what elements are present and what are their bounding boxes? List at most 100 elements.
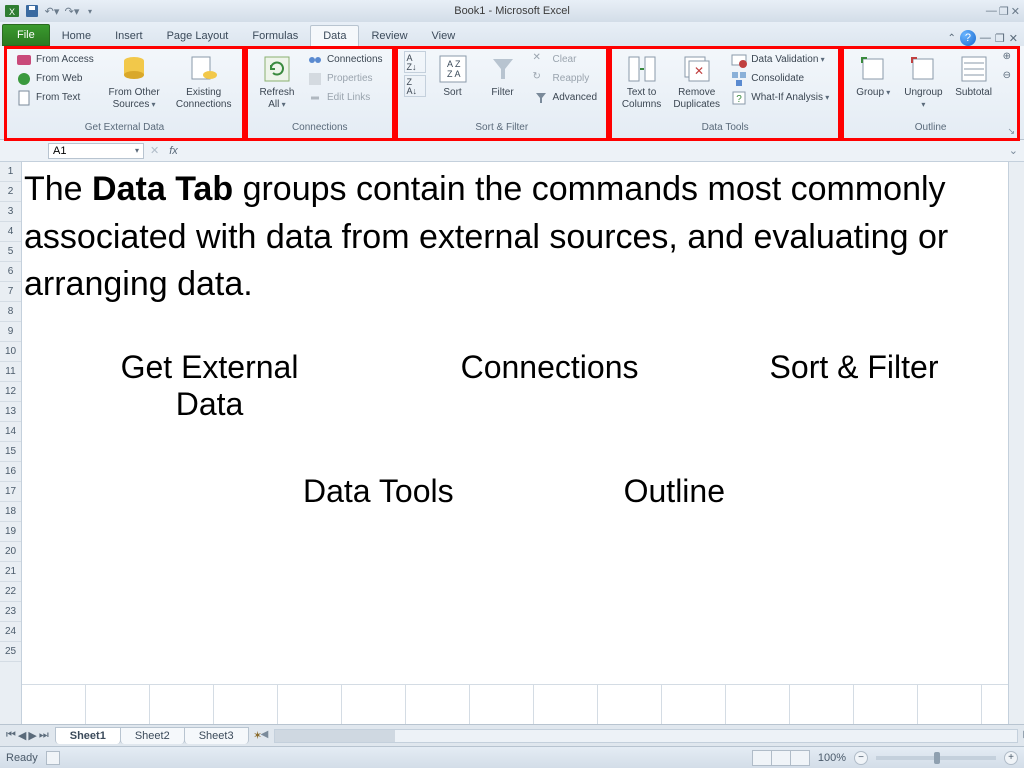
row-header[interactable]: 8 (0, 302, 21, 322)
text-to-columns-button[interactable]: Text to Columns (618, 51, 665, 112)
from-text-button[interactable]: From Text (13, 89, 97, 107)
properties-button[interactable]: Properties (304, 70, 386, 88)
hide-detail-icon[interactable]: ⊖ (1003, 70, 1011, 81)
hscroll-left-icon[interactable]: ◀ (261, 729, 269, 740)
row-header[interactable]: 10 (0, 342, 21, 362)
row-header[interactable]: 19 (0, 522, 21, 542)
next-sheet-icon[interactable]: ▶ (28, 729, 36, 742)
sort-asc-button[interactable]: AZ↓ (404, 51, 426, 73)
grid-cells[interactable] (22, 684, 1008, 724)
view-normal-button[interactable] (752, 750, 772, 766)
cancel-formula-icon[interactable]: ✕ (148, 144, 161, 157)
row-header[interactable]: 18 (0, 502, 21, 522)
prev-sheet-icon[interactable]: ◀ (18, 729, 26, 742)
zoom-out-button[interactable]: − (854, 751, 868, 765)
expand-formula-bar-icon[interactable]: ⌄ (1003, 144, 1024, 157)
name-box-dropdown-icon[interactable]: ▾ (135, 146, 139, 155)
sheet-tab-2[interactable]: Sheet2 (120, 727, 185, 744)
row-header[interactable]: 23 (0, 602, 21, 622)
sort-desc-button[interactable]: ZA↓ (404, 75, 426, 97)
ungroup-button[interactable]: Ungroup (900, 51, 946, 112)
tab-insert[interactable]: Insert (103, 26, 155, 46)
row-header[interactable]: 13 (0, 402, 21, 422)
whatif-button[interactable]: ?What-If Analysis (728, 89, 832, 107)
row-headers[interactable]: 1234567891011121314151617181920212223242… (0, 162, 22, 724)
show-detail-icon[interactable]: ⊕ (1003, 51, 1011, 62)
connections-button[interactable]: Connections (304, 51, 386, 69)
row-header[interactable]: 12 (0, 382, 21, 402)
row-header[interactable]: 6 (0, 262, 21, 282)
consolidate-button[interactable]: Consolidate (728, 70, 832, 88)
group-button[interactable]: Group (850, 51, 896, 101)
close-window-icon[interactable]: ✕ (1011, 5, 1020, 18)
row-header[interactable]: 20 (0, 542, 21, 562)
zoom-level[interactable]: 100% (818, 752, 846, 764)
row-header[interactable]: 2 (0, 182, 21, 202)
row-header[interactable]: 25 (0, 642, 21, 662)
view-page-layout-button[interactable] (771, 750, 791, 766)
row-header[interactable]: 4 (0, 222, 21, 242)
name-box[interactable]: A1 ▾ (48, 143, 144, 159)
row-header[interactable]: 24 (0, 622, 21, 642)
sheet-tab-1[interactable]: Sheet1 (55, 727, 121, 744)
from-access-button[interactable]: From Access (13, 51, 97, 69)
row-header[interactable]: 17 (0, 482, 21, 502)
advanced-button[interactable]: Advanced (530, 89, 600, 107)
sheet-tab-3[interactable]: Sheet3 (184, 727, 249, 744)
view-page-break-button[interactable] (790, 750, 810, 766)
undo-icon[interactable]: ↶▾ (44, 3, 60, 19)
restore-window-icon[interactable]: ❐ (999, 5, 1009, 18)
row-header[interactable]: 3 (0, 202, 21, 222)
tab-view[interactable]: View (420, 26, 468, 46)
zoom-in-button[interactable]: + (1004, 751, 1018, 765)
fx-icon[interactable]: fx (161, 145, 186, 157)
clear-button[interactable]: ✕Clear (530, 51, 600, 69)
workbook-close-icon[interactable]: ✕ (1009, 32, 1018, 45)
horizontal-scrollbar[interactable]: ◀▶ (274, 729, 1018, 743)
minimize-ribbon-chevron-icon[interactable]: ⌃ (948, 33, 956, 44)
row-header[interactable]: 5 (0, 242, 21, 262)
row-header[interactable]: 1 (0, 162, 21, 182)
filter-button[interactable]: Filter (480, 51, 526, 101)
tab-formulas[interactable]: Formulas (240, 26, 310, 46)
macro-record-icon[interactable] (46, 751, 60, 765)
row-header[interactable]: 14 (0, 422, 21, 442)
from-web-button[interactable]: From Web (13, 70, 97, 88)
first-sheet-icon[interactable]: ⏮ (6, 729, 16, 742)
row-header[interactable]: 11 (0, 362, 21, 382)
from-other-sources-button[interactable]: From Other Sources (101, 51, 168, 112)
row-header[interactable]: 22 (0, 582, 21, 602)
row-header[interactable]: 16 (0, 462, 21, 482)
subtotal-button[interactable]: Subtotal (951, 51, 997, 101)
remove-duplicates-button[interactable]: ✕ Remove Duplicates (669, 51, 724, 112)
hscroll-thumb[interactable] (275, 730, 395, 742)
reapply-button[interactable]: ↻Reapply (530, 70, 600, 88)
row-header[interactable]: 21 (0, 562, 21, 582)
workbook-minimize-icon[interactable]: — (980, 32, 991, 44)
tab-home[interactable]: Home (50, 26, 103, 46)
data-validation-button[interactable]: Data Validation (728, 51, 832, 69)
qat-more-icon[interactable]: ▾ (84, 7, 92, 16)
redo-icon[interactable]: ↷▾ (64, 3, 80, 19)
tab-file[interactable]: File (2, 24, 50, 46)
zoom-thumb[interactable] (934, 752, 940, 764)
refresh-all-button[interactable]: Refresh All (254, 51, 300, 112)
existing-connections-button[interactable]: Existing Connections (171, 51, 236, 112)
row-header[interactable]: 15 (0, 442, 21, 462)
vertical-scrollbar[interactable] (1008, 162, 1024, 724)
sort-button[interactable]: A ZZ A Sort (430, 51, 476, 101)
tab-page-layout[interactable]: Page Layout (155, 26, 241, 46)
tab-review[interactable]: Review (359, 26, 419, 46)
formula-input[interactable] (186, 140, 1003, 161)
minimize-ribbon-icon[interactable]: — (986, 5, 997, 18)
edit-links-button[interactable]: Edit Links (304, 89, 386, 107)
save-icon[interactable] (24, 3, 40, 19)
tab-data[interactable]: Data (310, 25, 359, 46)
row-header[interactable]: 9 (0, 322, 21, 342)
clear-label: Clear (553, 54, 577, 66)
zoom-slider[interactable] (876, 756, 996, 760)
row-header[interactable]: 7 (0, 282, 21, 302)
workbook-restore-icon[interactable]: ❐ (995, 32, 1005, 45)
help-icon[interactable]: ? (960, 30, 976, 46)
last-sheet-icon[interactable]: ⏭ (39, 729, 49, 742)
